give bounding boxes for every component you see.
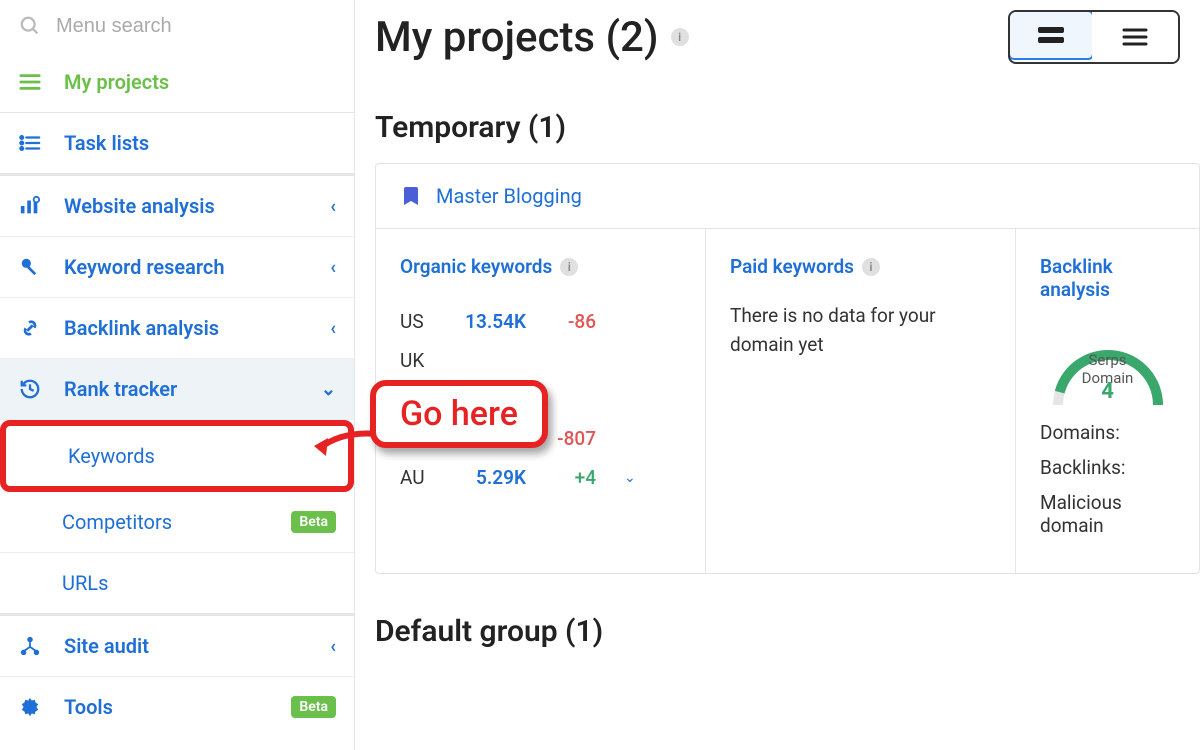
beta-badge: Beta: [291, 511, 336, 533]
sidebar-group-tools[interactable]: Tools Beta: [0, 677, 354, 737]
organic-row: UA 6.16K -807: [400, 419, 681, 458]
donut-value: 4: [1053, 379, 1163, 404]
organic-row: US 13.54K -86: [400, 302, 681, 341]
backlink-metric: Malicious domain: [1040, 485, 1175, 543]
burger-icon: [18, 70, 42, 94]
menu-search-row: [0, 0, 354, 52]
column-heading: Backlink analysis: [1040, 255, 1175, 301]
sidebar-item-label: My projects: [64, 70, 169, 94]
list-icon: [18, 131, 42, 155]
page-title-text: My projects (2): [375, 13, 659, 62]
keyword-count: 6.16K: [456, 427, 526, 450]
view-cards-button[interactable]: [1008, 10, 1094, 60]
sidebar-item-task-lists[interactable]: Task lists: [0, 113, 354, 176]
organic-row: UK: [400, 341, 681, 380]
sidebar-item-label: Keyword research: [64, 255, 224, 279]
keyword-delta: +4: [546, 466, 596, 489]
sidebar-item-label: Backlink analysis: [64, 316, 219, 340]
no-data-text: There is no data for your domain yet: [730, 302, 991, 359]
view-toggle: [1008, 10, 1180, 64]
sidebar-sub-competitors[interactable]: Competitors Beta: [0, 492, 354, 553]
beta-badge: Beta: [291, 696, 336, 718]
sidebar-group-rank-tracker[interactable]: Rank tracker ⌄: [0, 359, 354, 420]
chevron-down-icon[interactable]: ⌄: [624, 470, 636, 486]
main-content: My projects (2) i Temporary (1) Master B…: [355, 0, 1200, 750]
link-icon: [18, 316, 42, 340]
country-code: UK: [400, 349, 436, 372]
project-card-header: Master Blogging: [376, 164, 1199, 229]
sidebar-item-label: URLs: [62, 571, 108, 595]
backlink-metric: Domains:: [1040, 415, 1175, 450]
backlink-analysis-column: Backlink analysis SerpsDomain 4 Domains:…: [1016, 229, 1199, 573]
info-icon[interactable]: i: [862, 258, 880, 276]
sidebar-item-label: Task lists: [64, 131, 149, 155]
keyword-delta: -86: [546, 310, 596, 333]
keyword-count: 5.29K: [456, 466, 526, 489]
sidebar-sub-urls[interactable]: URLs: [0, 553, 354, 616]
country-code: UA: [400, 427, 436, 450]
history-icon: [18, 377, 42, 401]
chevron-left-icon: ‹: [330, 257, 336, 278]
sidebar-item-my-projects[interactable]: My projects: [0, 52, 354, 113]
sidebar-group-keyword-research[interactable]: Keyword research ‹: [0, 237, 354, 298]
column-heading: Paid keywords i: [730, 255, 991, 278]
page-header: My projects (2) i: [375, 10, 1200, 64]
page-title: My projects (2) i: [375, 13, 689, 62]
sidebar-item-label: Rank tracker: [64, 377, 177, 401]
chevron-left-icon: ‹: [330, 636, 336, 657]
view-list-button[interactable]: [1092, 12, 1178, 62]
info-icon[interactable]: i: [560, 258, 578, 276]
organic-row: AU 5.29K +4 ⌄: [400, 458, 681, 497]
annotation-highlight: Keywords: [0, 420, 354, 492]
organic-row: RU: [400, 380, 681, 419]
column-heading: Organic keywords i: [400, 255, 681, 278]
chevron-down-icon: ⌄: [321, 379, 336, 400]
section-default-group: Default group (1): [375, 614, 1200, 649]
chevron-left-icon: ‹: [330, 196, 336, 217]
column-heading-text: Organic keywords: [400, 255, 552, 278]
sidebar-item-label: Site audit: [64, 634, 149, 658]
chart-icon: [18, 194, 42, 218]
country-code: RU: [400, 388, 436, 411]
sidebar-group-site-audit[interactable]: Site audit ‹: [0, 616, 354, 677]
search-icon: [18, 14, 42, 38]
project-link[interactable]: Master Blogging: [436, 184, 582, 208]
organic-keywords-column: Organic keywords i US 13.54K -86 UK RU UA 6.16…: [376, 229, 706, 573]
column-heading-text: Backlink analysis: [1040, 255, 1175, 301]
sidebar-group-website-analysis[interactable]: Website analysis ‹: [0, 176, 354, 237]
keyword-delta: -807: [546, 427, 596, 450]
country-code: AU: [400, 466, 436, 489]
sidebar-item-label: Competitors: [62, 510, 172, 534]
project-card: Master Blogging Organic keywords i US 13.…: [375, 163, 1200, 574]
country-code: US: [400, 310, 436, 333]
sidebar: My projects Task lists Website analysis …: [0, 0, 355, 750]
gear-icon: [18, 695, 42, 719]
backlink-metric: Backlinks:: [1040, 450, 1175, 485]
donut-chart: SerpsDomain 4: [1040, 325, 1175, 405]
info-icon[interactable]: i: [671, 28, 689, 46]
keyword-count: 13.54K: [456, 310, 526, 333]
section-temporary: Temporary (1): [375, 110, 1200, 145]
favicon-icon: [400, 184, 424, 208]
paid-keywords-column: Paid keywords i There is no data for you…: [706, 229, 1016, 573]
chevron-left-icon: ‹: [330, 318, 336, 339]
sidebar-group-backlink-analysis[interactable]: Backlink analysis ‹: [0, 298, 354, 359]
donut-label: Serps: [1088, 351, 1126, 369]
menu-search-input[interactable]: [56, 15, 336, 38]
sidebar-item-label: Website analysis: [64, 194, 215, 218]
sidebar-sub-keywords[interactable]: Keywords: [6, 426, 348, 486]
sidebar-item-label: Tools: [64, 695, 113, 719]
sidebar-item-label: Keywords: [68, 444, 155, 468]
key-icon: [18, 255, 42, 279]
column-heading-text: Paid keywords: [730, 255, 854, 278]
sitemap-icon: [18, 634, 42, 658]
